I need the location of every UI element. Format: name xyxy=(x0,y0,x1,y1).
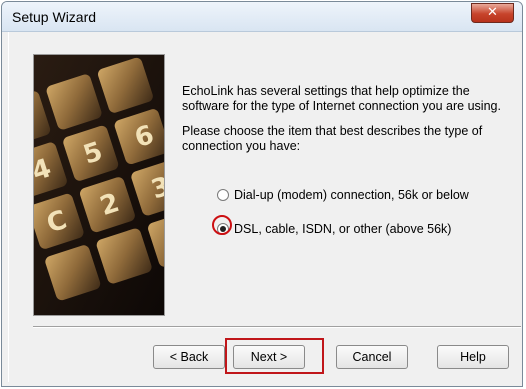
option-dialup-label: Dial-up (modem) connection, 56k or below xyxy=(234,188,469,202)
option-dialup[interactable]: Dial-up (modem) connection, 56k or below xyxy=(217,188,469,202)
title-bar[interactable]: Setup Wizard ✕ xyxy=(2,2,522,32)
calculator-keys-graphic: 4 5 6 C 2 3 xyxy=(34,55,164,315)
close-icon: ✕ xyxy=(487,5,498,20)
option-broadband[interactable]: DSL, cable, ISDN, or other (above 56k) xyxy=(217,222,451,236)
button-separator xyxy=(33,326,521,328)
intro-text: EchoLink has several settings that help … xyxy=(182,84,512,164)
option-broadband-label: DSL, cable, ISDN, or other (above 56k) xyxy=(234,222,452,236)
help-button[interactable]: Help xyxy=(437,345,509,369)
calculator-keypad-image: 4 5 6 C 2 3 xyxy=(33,54,165,316)
wizard-body: 4 5 6 C 2 3 EchoLink has several setting… xyxy=(8,32,521,382)
close-button[interactable]: ✕ xyxy=(471,3,514,23)
radio-highlight-annotation xyxy=(212,215,232,235)
setup-wizard-window: Setup Wizard ✕ 4 5 6 C 2 3 EchoLink has … xyxy=(1,1,523,387)
window-title: Setup Wizard xyxy=(12,9,97,25)
back-button[interactable]: < Back xyxy=(153,345,225,369)
cancel-button[interactable]: Cancel xyxy=(336,345,408,369)
next-button[interactable]: Next > xyxy=(233,345,305,369)
intro-paragraph-2: Please choose the item that best describ… xyxy=(182,124,483,153)
radio-dialup[interactable] xyxy=(217,189,229,201)
intro-paragraph-1: EchoLink has several settings that help … xyxy=(182,84,501,113)
